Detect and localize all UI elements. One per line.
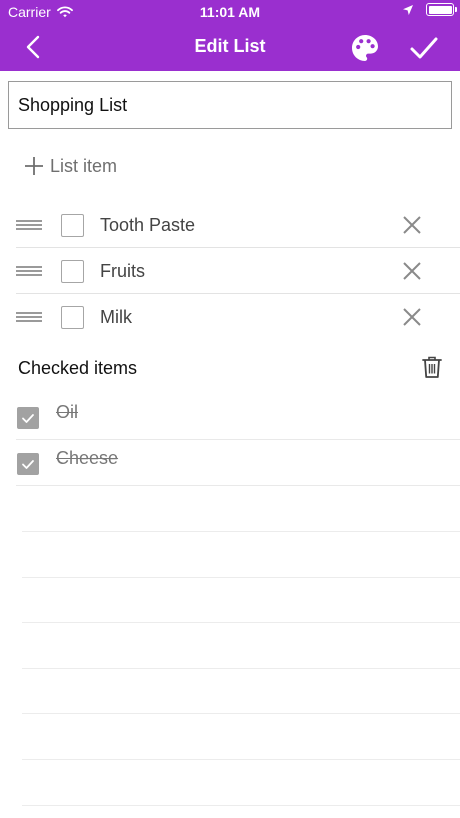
item-checkbox[interactable] [61,260,84,283]
item-checkbox-checked[interactable] [17,407,39,429]
checkmark-icon[interactable] [409,34,439,62]
item-checkbox[interactable] [61,214,84,237]
status-right [402,3,457,16]
palette-icon[interactable] [350,33,380,63]
status-time: 11:01 AM [199,4,261,20]
empty-row-divider [22,531,460,532]
empty-row-divider [22,805,460,806]
plus-icon [25,157,43,175]
close-icon[interactable] [402,261,422,281]
checkmark-icon [22,460,34,469]
checked-list-item: Oil [16,394,460,440]
list-item: Milk [16,294,460,340]
status-bar: Carrier 11:01 AM [0,0,460,24]
item-text[interactable]: Tooth Paste [100,215,195,236]
checked-list-item: Cheese [16,440,460,486]
location-arrow-icon [403,4,413,15]
item-checkbox[interactable] [61,306,84,329]
navigation-bar: Carrier 11:01 AM Edit List [0,0,460,71]
drag-handle-icon[interactable] [16,266,42,276]
checked-items-heading: Checked items [18,358,138,378]
page-title: Edit List [194,36,266,56]
empty-row-divider [22,668,460,669]
item-checkbox-checked[interactable] [17,453,39,475]
list-title-input[interactable] [8,81,452,129]
checkmark-icon [22,414,34,423]
empty-row-divider [22,577,460,578]
list-item: Tooth Paste [16,202,460,248]
battery-icon [426,3,457,16]
add-list-item-label: List item [50,155,118,176]
close-icon[interactable] [402,307,422,327]
empty-row-divider [22,759,460,760]
item-text[interactable]: Milk [100,307,132,328]
checked-item-text[interactable]: Cheese [56,448,118,469]
trash-icon[interactable] [421,355,443,379]
drag-handle-icon[interactable] [16,220,42,230]
item-text[interactable]: Fruits [100,261,145,282]
drag-handle-icon[interactable] [16,312,42,322]
close-icon[interactable] [402,215,422,235]
checked-item-text[interactable]: Oil [56,402,78,423]
empty-row-divider [22,622,460,623]
list-item: Fruits [16,248,460,294]
nav-row: Edit List [0,24,460,71]
empty-row-divider [22,713,460,714]
add-list-item-button[interactable]: List item [24,154,117,178]
